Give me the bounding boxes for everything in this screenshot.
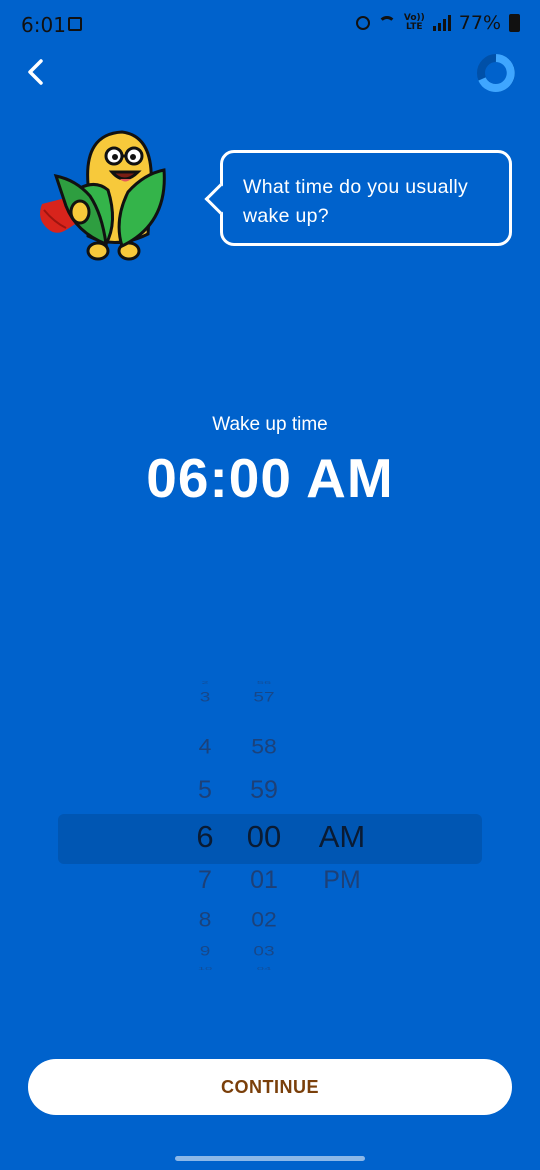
continue-button[interactable]: CONTINUE: [28, 1059, 512, 1115]
wake-up-label: Wake up time: [212, 414, 328, 435]
status-icons: Vo)) LTE 77%: [355, 12, 520, 34]
minute-option[interactable]: 03: [253, 944, 274, 958]
wifi-icon: [377, 16, 396, 30]
corn-mascot: [36, 124, 176, 264]
alarm-icon: [355, 16, 370, 30]
volte-icon: Vo)) LTE: [403, 13, 425, 32]
hour-option[interactable]: 8: [199, 909, 212, 930]
hour-option[interactable]: 4: [199, 736, 212, 757]
minute-option[interactable]: 04: [257, 966, 271, 971]
minute-option[interactable]: 00: [247, 821, 281, 852]
hour-option[interactable]: 3: [200, 690, 211, 704]
chevron-left-icon: [28, 59, 43, 85]
minute-option[interactable]: 59: [250, 778, 278, 803]
gallery-notification-icon: [68, 17, 82, 31]
wake-up-time-value: 06:00 AM: [146, 447, 394, 509]
status-time: 6:01: [21, 13, 66, 37]
hour-option[interactable]: 6: [196, 821, 213, 852]
minute-option[interactable]: 58: [251, 736, 277, 757]
time-picker[interactable]: 2 3 4 5 6 7 8 9 10 56 57 58 59 00 01 02 03 04 AM PM: [0, 680, 540, 990]
speech-bubble: What time do you usually wake up?: [204, 150, 512, 246]
signal-icon: [432, 15, 451, 31]
progress-ring: [476, 53, 516, 93]
hour-option[interactable]: 2: [201, 680, 208, 685]
minute-option[interactable]: 56: [257, 680, 271, 685]
back-button[interactable]: [20, 54, 56, 90]
question-text: What time do you usually wake up?: [243, 176, 469, 227]
minute-option[interactable]: 01: [250, 868, 278, 893]
period-option[interactable]: AM: [319, 821, 366, 852]
battery-icon: [509, 14, 520, 32]
hour-option[interactable]: 7: [198, 868, 212, 893]
status-bar: 6:01 Vo)) LTE 77%: [0, 0, 540, 50]
battery-percent: 77%: [458, 12, 501, 34]
speech-bubble-tail: [204, 183, 236, 215]
minute-option[interactable]: 02: [251, 909, 277, 930]
corn-mascot-icon: [40, 130, 166, 261]
minute-option[interactable]: 57: [253, 690, 274, 704]
home-indicator[interactable]: [175, 1156, 365, 1161]
hour-option[interactable]: 9: [200, 944, 211, 958]
hour-option[interactable]: 5: [198, 778, 212, 803]
hour-option[interactable]: 10: [198, 966, 212, 971]
progress-ring-icon: [477, 54, 515, 92]
period-option[interactable]: PM: [323, 868, 361, 893]
